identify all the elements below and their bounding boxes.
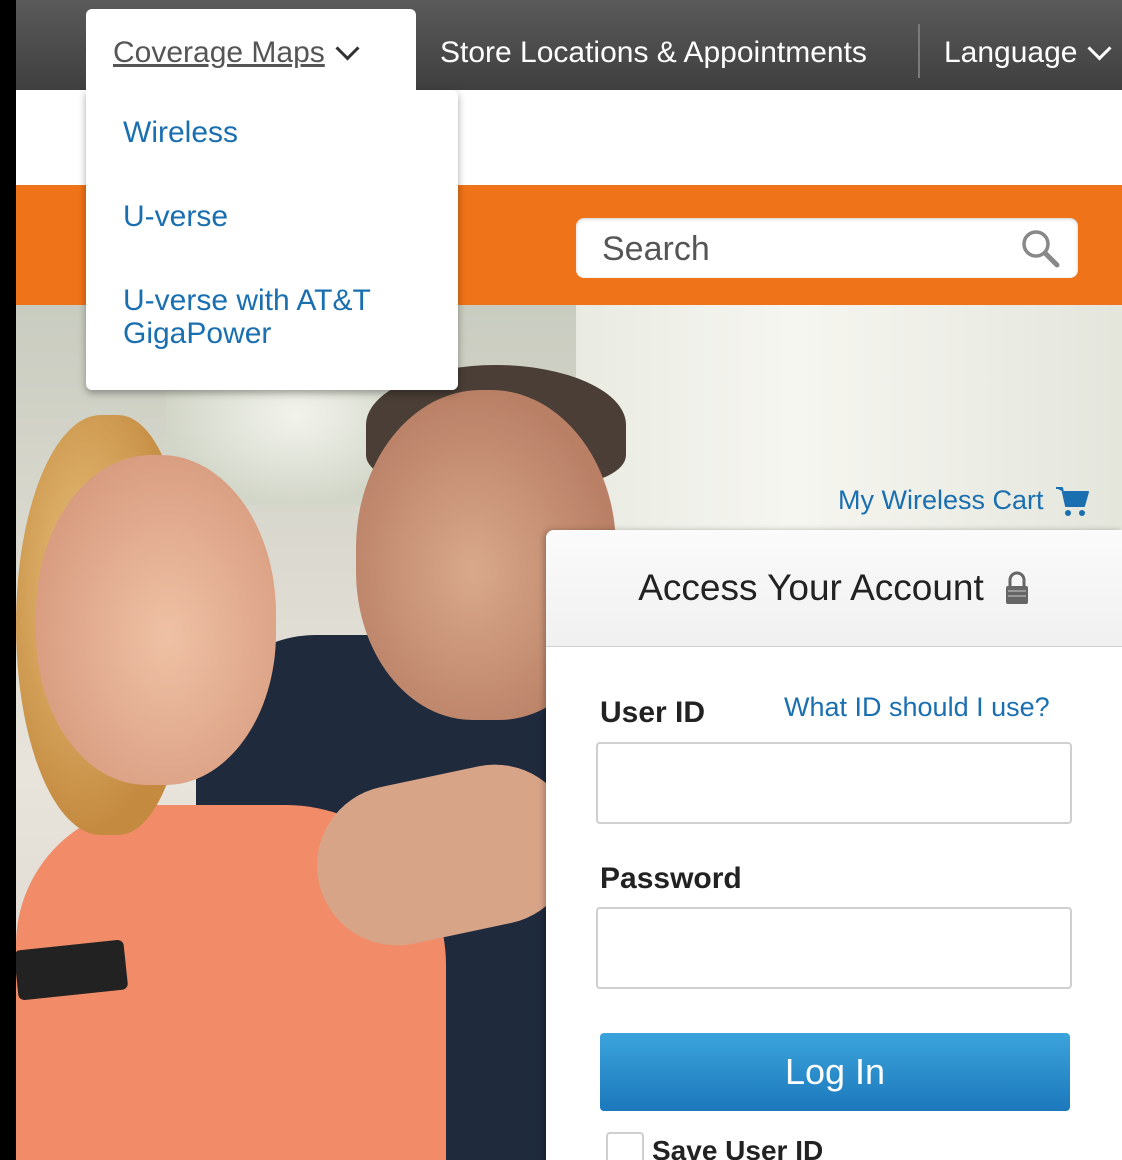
chevron-down-icon [1087, 35, 1113, 61]
menu-item-wireless[interactable]: Wireless [123, 116, 423, 149]
coverage-maps-trigger[interactable]: Coverage Maps [86, 9, 416, 94]
user-id-label: User ID [600, 696, 706, 729]
save-user-id: Save User ID [606, 1132, 823, 1160]
cart-label: My Wireless Cart [838, 484, 1044, 515]
login-button[interactable]: Log In [600, 1033, 1070, 1111]
nav-store-locations[interactable]: Store Locations & Appointments [440, 36, 867, 70]
login-panel: Access Your Account User ID What ID shou… [546, 530, 1122, 1160]
nav-language[interactable]: Language [944, 35, 1113, 70]
search-box [576, 218, 1078, 280]
password-label: Password [600, 862, 742, 895]
menu-item-uverse[interactable]: U-verse [123, 200, 423, 233]
nav-store-label: Store Locations & Appointments [440, 36, 867, 69]
hero-window-light [576, 305, 1122, 565]
search-icon[interactable] [1020, 228, 1060, 268]
save-user-id-label: Save User ID [652, 1135, 824, 1160]
lock-icon [1005, 571, 1028, 604]
coverage-maps-menu: Wireless U-verse U-verse with AT&T GigaP… [86, 90, 458, 390]
coverage-maps-label: Coverage Maps [113, 36, 325, 69]
save-user-id-checkbox[interactable] [606, 1132, 644, 1160]
nav-divider [918, 24, 920, 78]
coverage-maps-label-wrap: Coverage Maps [113, 35, 360, 70]
password-field[interactable] [596, 907, 1072, 989]
menu-item-uverse-gigapower[interactable]: U-verse with AT&T GigaPower [123, 284, 423, 350]
login-header: Access Your Account [546, 530, 1122, 647]
search-input[interactable] [600, 218, 1004, 280]
cart-icon [1055, 487, 1089, 516]
nav-language-label: Language [944, 36, 1078, 69]
wireless-cart-link[interactable]: My Wireless Cart [838, 482, 1090, 518]
user-id-help-link[interactable]: What ID should I use? [784, 692, 1050, 723]
login-title: Access Your Account [638, 567, 984, 608]
page: Store Locations & Appointments Language … [16, 0, 1122, 1160]
chevron-down-icon [335, 35, 360, 61]
user-id-field[interactable] [596, 742, 1072, 824]
hero-woman-head [36, 455, 276, 785]
